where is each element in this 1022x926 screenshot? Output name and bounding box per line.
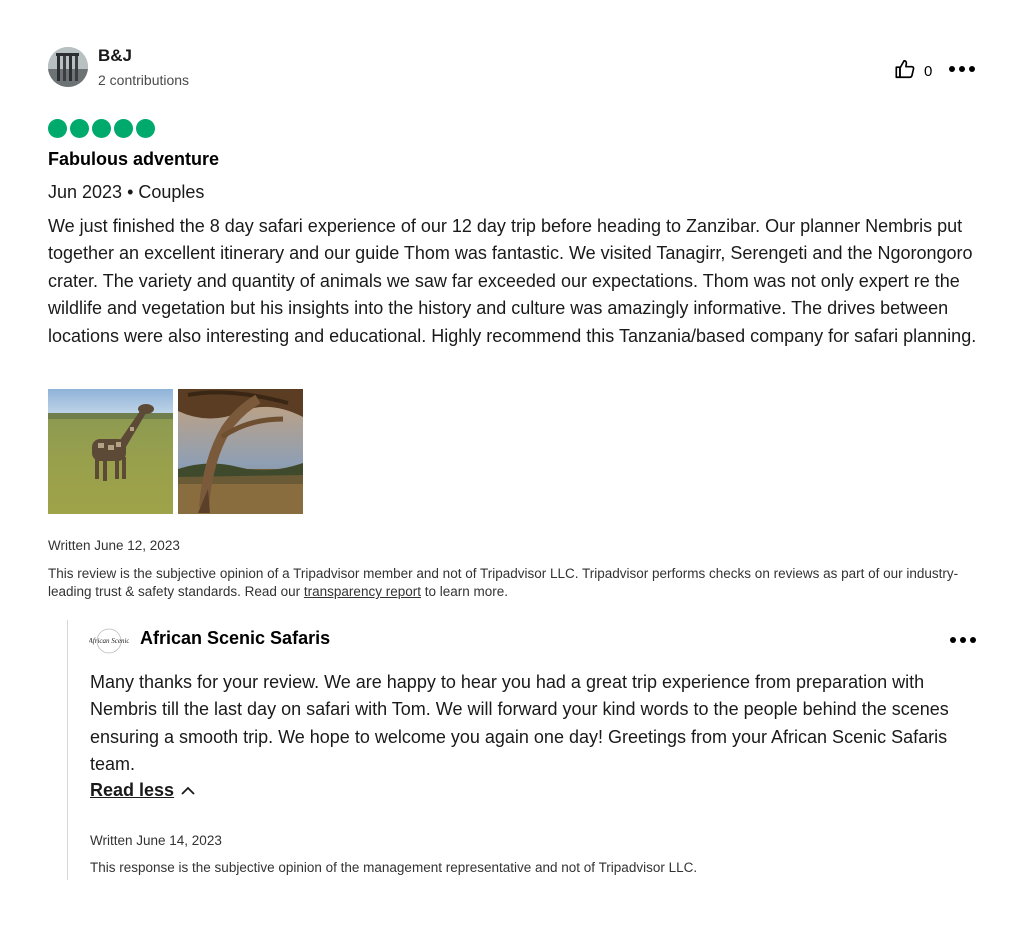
thumbs-up-icon — [894, 58, 916, 85]
response-more-options-icon[interactable] — [950, 634, 976, 646]
response-disclaimer: This response is the subjective opinion … — [90, 860, 698, 875]
svg-text:African Scenic: African Scenic — [89, 637, 129, 645]
review-title[interactable]: Fabulous adventure — [48, 149, 219, 170]
response-body: Many thanks for your review. We are happ… — [90, 672, 949, 775]
read-less-label: Read less — [90, 780, 175, 800]
response-written-date: Written June 14, 2023 — [90, 833, 222, 848]
reviewer-avatar[interactable] — [48, 47, 88, 87]
business-name[interactable]: African Scenic Safaris — [140, 628, 330, 649]
review-trip-meta: Jun 2023 • Couples — [48, 182, 205, 202]
review-written-date: Written June 12, 2023 — [48, 538, 180, 553]
reviewer-contributions: 2 contributions — [98, 72, 190, 88]
review-disclaimer: This review is the subjective opinion of… — [48, 565, 983, 601]
rating-bubble-icon — [136, 119, 155, 138]
helpful-vote-button[interactable]: 0 — [894, 58, 932, 85]
chevron-up-icon — [180, 780, 196, 801]
disclaimer-text-end: to learn more. — [420, 584, 509, 599]
read-less-button[interactable]: Read less — [90, 780, 196, 801]
rating-bubbles — [48, 119, 155, 138]
review-body: We just finished the 8 day safari experi… — [48, 216, 977, 346]
business-logo: African Scenic — [87, 626, 130, 656]
transparency-report-link[interactable]: transparency report — [304, 584, 421, 599]
rating-bubble-icon — [92, 119, 111, 138]
helpful-count: 0 — [924, 63, 933, 80]
reviewer-name[interactable]: B&J — [98, 46, 132, 66]
review-more-options-icon[interactable] — [949, 63, 975, 75]
rating-bubble-icon — [114, 119, 133, 138]
acacia-tree-photo[interactable] — [178, 389, 303, 514]
rating-bubble-icon — [48, 119, 67, 138]
management-response: African Scenic African Scenic Safaris Ma… — [67, 620, 987, 880]
rating-bubble-icon — [70, 119, 89, 138]
giraffe-photo[interactable] — [48, 389, 173, 514]
